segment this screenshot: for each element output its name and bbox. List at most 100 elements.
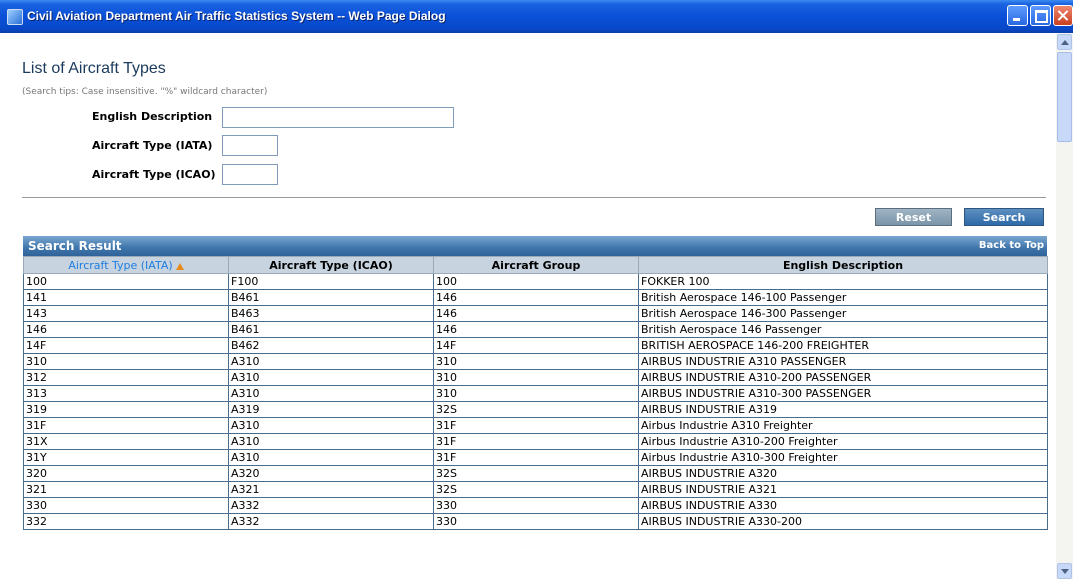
- minimize-icon[interactable]: [1007, 5, 1028, 26]
- cell-description: AIRBUS INDUSTRIE A330: [638, 497, 1048, 514]
- icao-label: Aircraft Type (ICAO): [92, 168, 216, 181]
- table-row[interactable]: 313 A310 310 AIRBUS INDUSTRIE A310-300 PASS…: [23, 385, 1048, 402]
- cell-iata: 320: [23, 465, 229, 482]
- divider: [22, 197, 1046, 198]
- cell-description: Airbus Industrie A310-300 Freighter: [638, 449, 1048, 466]
- cell-icao: A310: [228, 369, 434, 386]
- cell-group: 146: [433, 305, 639, 322]
- cell-description: AIRBUS INDUSTRIE A321: [638, 481, 1048, 498]
- cell-description: AIRBUS INDUSTRIE A310-200 PASSENGER: [638, 369, 1048, 386]
- table-row[interactable]: 321 A321 32S AIRBUS INDUSTRIE A321: [23, 481, 1048, 498]
- close-icon[interactable]: [1053, 5, 1073, 26]
- maximize-icon[interactable]: [1030, 5, 1051, 26]
- sort-ascending-icon: [175, 262, 184, 270]
- english-description-input[interactable]: [222, 107, 454, 128]
- cell-icao: A310: [228, 417, 434, 434]
- cell-group: 31F: [433, 417, 639, 434]
- cell-iata: 14F: [23, 337, 229, 354]
- cell-iata: 321: [23, 481, 229, 498]
- results-table: Aircraft Type (IATA) Aircraft Type (ICAO…: [23, 256, 1048, 530]
- cell-iata: 146: [23, 321, 229, 338]
- cell-icao: A310: [228, 353, 434, 370]
- cell-description: FOKKER 100: [638, 273, 1048, 290]
- column-header-description[interactable]: English Description: [638, 256, 1048, 274]
- cell-icao: A332: [228, 513, 434, 530]
- reset-button[interactable]: Reset: [875, 208, 952, 226]
- table-row[interactable]: 143 B463 146 British Aerospace 146-300 Pass…: [23, 305, 1048, 322]
- cell-iata: 31F: [23, 417, 229, 434]
- cell-iata: 319: [23, 401, 229, 418]
- cell-iata: 31Y: [23, 449, 229, 466]
- search-result-panel: Search Result Back to Top Aircraft Type …: [23, 236, 1048, 530]
- cell-iata: 31X: [23, 433, 229, 450]
- cell-icao: B461: [228, 289, 434, 306]
- cell-description: AIRBUS INDUSTRIE A319: [638, 401, 1048, 418]
- table-row[interactable]: 31F A310 31F Airbus Industrie A310 Freighte…: [23, 417, 1048, 434]
- table-row[interactable]: 100 F100 100 FOKKER 100: [23, 273, 1048, 290]
- iata-label: Aircraft Type (IATA): [92, 139, 213, 152]
- vertical-scrollbar[interactable]: [1056, 33, 1073, 579]
- table-row[interactable]: 31Y A310 31F Airbus Industrie A310-300 Frei…: [23, 449, 1048, 466]
- cell-group: 14F: [433, 337, 639, 354]
- back-to-top-link[interactable]: Back to Top: [979, 240, 1044, 251]
- cell-iata: 310: [23, 353, 229, 370]
- cell-icao: F100: [228, 273, 434, 290]
- cell-group: 310: [433, 353, 639, 370]
- cell-group: 330: [433, 513, 639, 530]
- scroll-down-icon[interactable]: [1057, 563, 1072, 579]
- cell-group: 32S: [433, 481, 639, 498]
- cell-group: 32S: [433, 465, 639, 482]
- cell-description: Airbus Industrie A310 Freighter: [638, 417, 1048, 434]
- icao-input[interactable]: [222, 164, 278, 185]
- cell-iata: 143: [23, 305, 229, 322]
- search-tips: (Search tips: Case insensitive. "%" wild…: [22, 87, 268, 97]
- cell-description: British Aerospace 146-300 Passenger: [638, 305, 1048, 322]
- cell-group: 146: [433, 289, 639, 306]
- table-row[interactable]: 146 B461 146 British Aerospace 146 Passenge…: [23, 321, 1048, 338]
- table-row[interactable]: 310 A310 310 AIRBUS INDUSTRIE A310 PASSENGE…: [23, 353, 1048, 370]
- cell-icao: A320: [228, 465, 434, 482]
- table-row[interactable]: 312 A310 310 AIRBUS INDUSTRIE A310-200 PASS…: [23, 369, 1048, 386]
- cell-description: British Aerospace 146 Passenger: [638, 321, 1048, 338]
- cell-group: 310: [433, 369, 639, 386]
- cell-iata: 141: [23, 289, 229, 306]
- column-header-icao[interactable]: Aircraft Type (ICAO): [228, 256, 434, 274]
- column-header-iata[interactable]: Aircraft Type (IATA): [23, 256, 229, 274]
- table-row[interactable]: 14F B462 14F BRITISH AEROSPACE 146-200 FREI…: [23, 337, 1048, 354]
- cell-description: Airbus Industrie A310-200 Freighter: [638, 433, 1048, 450]
- ie-page-icon: [7, 9, 23, 25]
- iata-input[interactable]: [222, 135, 278, 156]
- cell-icao: B461: [228, 321, 434, 338]
- cell-icao: A310: [228, 385, 434, 402]
- cell-group: 31F: [433, 449, 639, 466]
- cell-group: 32S: [433, 401, 639, 418]
- table-row[interactable]: 330 A332 330 AIRBUS INDUSTRIE A330: [23, 497, 1048, 514]
- cell-icao: B463: [228, 305, 434, 322]
- table-row[interactable]: 332 A332 330 AIRBUS INDUSTRIE A330-200: [23, 513, 1048, 530]
- search-button[interactable]: Search: [964, 208, 1044, 226]
- cell-iata: 313: [23, 385, 229, 402]
- scroll-up-icon[interactable]: [1057, 34, 1072, 50]
- cell-description: AIRBUS INDUSTRIE A310-300 PASSENGER: [638, 385, 1048, 402]
- table-row[interactable]: 320 A320 32S AIRBUS INDUSTRIE A320: [23, 465, 1048, 482]
- scroll-thumb[interactable]: [1057, 52, 1072, 142]
- cell-icao: A310: [228, 433, 434, 450]
- page-title: List of Aircraft Types: [22, 60, 166, 77]
- cell-iata: 330: [23, 497, 229, 514]
- cell-iata: 100: [23, 273, 229, 290]
- cell-group: 310: [433, 385, 639, 402]
- cell-icao: A321: [228, 481, 434, 498]
- table-row[interactable]: 141 B461 146 British Aerospace 146-100 Pass…: [23, 289, 1048, 306]
- search-result-header: Search Result Back to Top: [23, 236, 1047, 256]
- english-description-label: English Description: [92, 110, 213, 123]
- window-title: Civil Aviation Department Air Traffic St…: [27, 9, 446, 23]
- cell-icao: A332: [228, 497, 434, 514]
- cell-icao: A319: [228, 401, 434, 418]
- table-row[interactable]: 31X A310 31F Airbus Industrie A310-200 Frei…: [23, 433, 1048, 450]
- table-row[interactable]: 319 A319 32S AIRBUS INDUSTRIE A319: [23, 401, 1048, 418]
- cell-description: BRITISH AEROSPACE 146-200 FREIGHTER: [638, 337, 1048, 354]
- table-header-row: Aircraft Type (IATA) Aircraft Type (ICAO…: [23, 256, 1048, 274]
- cell-description: AIRBUS INDUSTRIE A330-200: [638, 513, 1048, 530]
- column-header-group[interactable]: Aircraft Group: [433, 256, 639, 274]
- window-title-bar[interactable]: Civil Aviation Department Air Traffic St…: [0, 0, 1073, 33]
